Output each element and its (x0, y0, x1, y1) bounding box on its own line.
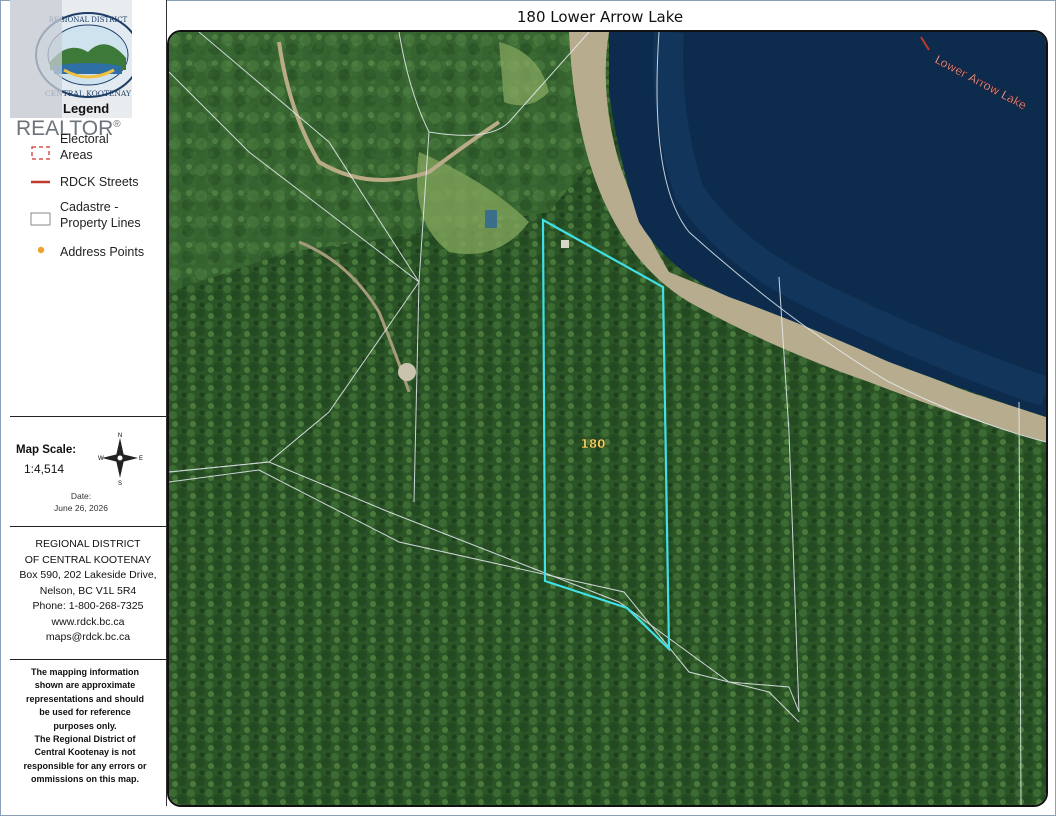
legend-label-2: Property Lines (60, 216, 141, 230)
disclaimer-line: purposes only. (53, 720, 117, 731)
building (561, 240, 569, 248)
disclaimer-block: The mapping information shown are approx… (14, 666, 156, 787)
disclaimer-line: Central Kootenay is not (34, 747, 136, 758)
streets-swatch (31, 180, 50, 184)
contact-website: www.rdck.bc.ca (51, 615, 125, 628)
contact-line: Box 590, 202 Lakeside Drive, (19, 569, 157, 581)
building (485, 210, 497, 228)
disclaimer-line: The Regional District of (34, 734, 136, 745)
compass-w: W (98, 456, 104, 462)
contact-line: OF CENTRAL KOOTENAY (24, 553, 152, 566)
legend-label: Cadastre - (60, 200, 119, 214)
disclaimer-line: responsible for any errors or (23, 760, 147, 771)
side-panel: REGIONAL DISTRICT CENTRAL KOOTENAY REALT… (10, 0, 167, 806)
divider (10, 416, 166, 417)
date-value: June 26, 2026 (54, 503, 108, 513)
contact-email: maps@rdck.bc.ca (45, 631, 131, 643)
disclaimer-line: The mapping information (31, 667, 139, 677)
compass-e: E (139, 456, 143, 462)
divider (10, 526, 166, 527)
compass-n: N (118, 433, 122, 439)
compass-icon: N S W E (98, 433, 143, 486)
satellite-map[interactable]: 180 Lower Arrow Lake (169, 32, 1046, 805)
contact-line: Phone: 1-800-268-7325 (32, 600, 144, 612)
legend-label: Electoral (60, 132, 109, 146)
disclaimer-line: be used for reference (39, 707, 131, 718)
legend-label: RDCK Streets (60, 175, 139, 189)
legend-label-2: Areas (60, 148, 93, 162)
parcel-label: 180 (580, 437, 605, 451)
disclaimer-line: representations and should (25, 693, 145, 704)
map-title: 180 Lower Arrow Lake (516, 8, 684, 26)
disclaimer-line: ommissions on this map. (30, 774, 140, 785)
watermark-block (10, 0, 62, 118)
map-view[interactable]: 180 Lower Arrow Lake (167, 30, 1048, 807)
disclaimer-line: shown are approximate (34, 680, 136, 691)
electoral-swatch (31, 146, 50, 160)
cadastre-swatch (30, 212, 51, 226)
divider (10, 659, 166, 660)
legend-title: Legend (63, 101, 110, 116)
contact-block: REGIONAL DISTRICT OF CENTRAL KOOTENAY Bo… (10, 537, 166, 646)
legend-label: Address Points (60, 245, 145, 259)
address-swatch (37, 246, 45, 254)
clearing-spot (398, 363, 416, 381)
map-scale-value: 1:4,514 (24, 462, 65, 476)
compass-s: S (118, 481, 122, 486)
contact-line: Nelson, BC V1L 5R4 (39, 584, 137, 597)
date-label: Date: (70, 491, 92, 501)
map-scale-label: Map Scale: (16, 444, 77, 456)
realtor-mark: ® (113, 119, 121, 130)
contact-line: REGIONAL DISTRICT (35, 538, 141, 550)
